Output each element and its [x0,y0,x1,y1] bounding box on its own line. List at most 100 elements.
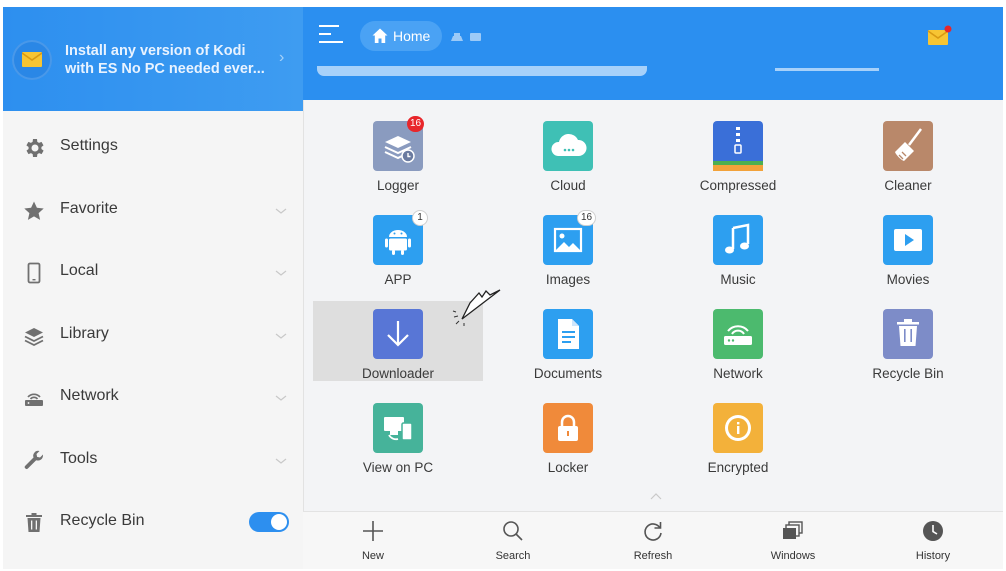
tile-images[interactable]: 16 Images [483,207,653,287]
promo-banner[interactable]: Install any version of Kodi with ES No P… [3,7,303,111]
broom-icon [883,121,933,171]
sidebar-nav: Settings Favorite Local Library Network … [3,116,303,554]
layers-icon [24,327,44,346]
sidebar: Install any version of Kodi with ES No P… [3,7,304,569]
sidebar-item-network[interactable]: Network [3,366,303,429]
sidebar-item-label: Recycle Bin [60,512,145,529]
chevron-right-icon: › [279,49,285,66]
download-arrow-icon [373,309,423,359]
new-button-label: New [361,550,384,562]
images-badge: 16 [577,210,597,226]
gear-icon [26,139,44,157]
document-icon [543,309,593,359]
tile-label: APP [384,272,412,287]
header-band [303,66,1003,100]
encrypted-icon [713,403,763,453]
chevron-down-icon[interactable] [274,204,288,218]
search-button-label: Search [495,550,531,562]
tile-label: Recycle Bin [872,366,944,381]
tile-view-on-pc[interactable]: View on PC [313,395,483,475]
sidebar-item-label: Favorite [60,199,118,217]
refresh-icon [644,522,662,541]
sidebar-item-local[interactable]: Local [3,241,303,304]
promo-mail-badge [12,40,52,80]
tile-label: Logger [376,178,420,193]
tile-label: Downloader [361,366,435,381]
pc-sync-icon [373,403,423,453]
mail-icon [22,52,42,67]
sidebar-item-recycle-bin[interactable]: Recycle Bin [3,491,303,554]
refresh-button[interactable]: Refresh [583,512,723,569]
windows-stack-icon [783,521,803,539]
sidebar-item-settings[interactable]: Settings [3,116,303,179]
tile-movies[interactable]: Movies [823,207,993,287]
tile-label: View on PC [362,460,434,475]
tile-music[interactable]: Music [653,207,823,287]
storage-bar-secondary [775,68,879,71]
tile-label: Locker [547,460,589,475]
tile-label: Encrypted [707,460,769,475]
zip-icon [713,121,763,171]
logger-badge: 16 [407,116,425,132]
promo-text: Install any version of Kodi with ES No P… [65,43,265,77]
breadcrumb-storage-icons[interactable] [450,31,484,43]
search-button[interactable]: Search [443,512,583,569]
collapse-caret-icon[interactable] [649,491,663,501]
tile-locker[interactable]: Locker [483,395,653,475]
router-icon [25,393,43,406]
tile-cleaner[interactable]: Cleaner [823,113,993,193]
chevron-down-icon[interactable] [274,391,288,405]
tile-label: Compressed [699,178,777,193]
tile-recycle-bin[interactable]: Recycle Bin [823,301,993,381]
mouse-pointer-icon [452,289,501,326]
music-note-icon [713,215,763,265]
recycle-bin-toggle[interactable] [249,512,289,532]
breadcrumb-home[interactable]: Home [360,21,442,51]
plus-icon [363,521,383,541]
sidebar-item-label: Local [60,262,99,279]
bottom-toolbar: New Search Refresh Windows History [303,511,1003,569]
app-badge: 1 [412,210,428,226]
wrench-icon [24,450,44,469]
tile-label: Music [720,272,756,287]
tile-compressed[interactable]: Compressed [653,113,823,193]
sidebar-item-library[interactable]: Library [3,304,303,367]
top-bar: Home [303,7,1003,66]
chevron-down-icon[interactable] [274,454,288,468]
tile-documents[interactable]: Documents [483,301,653,381]
new-button[interactable]: New [303,512,443,569]
tile-label: Movies [886,272,930,287]
tile-label: Cloud [550,178,586,193]
breadcrumb-home-label: Home [393,28,431,44]
sidebar-item-label: Library [60,324,109,342]
sidebar-item-tools[interactable]: Tools [3,429,303,492]
home-icon [372,28,388,43]
chevron-down-icon[interactable] [274,329,288,343]
storage-bar [317,66,647,76]
tile-label: Network [713,366,763,381]
windows-button-label: Windows [770,550,816,562]
app-window: Install any version of Kodi with ES No P… [3,7,1003,569]
sidebar-item-favorite[interactable]: Favorite [3,179,303,242]
tile-encrypted[interactable]: Encrypted [653,395,823,475]
tile-cloud[interactable]: Cloud [483,113,653,193]
search-icon [503,521,523,541]
history-button[interactable]: History [863,512,1003,569]
mail-icon [927,25,952,45]
clock-icon [923,521,943,541]
mail-notification-button[interactable] [927,24,953,48]
sidebar-item-label: Network [60,387,119,404]
hamburger-menu-icon[interactable] [319,25,343,45]
star-icon [24,201,44,220]
history-button-label: History [915,550,951,562]
router-icon [713,309,763,359]
cloud-icon [543,121,593,171]
windows-button[interactable]: Windows [723,512,863,569]
play-video-icon [883,215,933,265]
trash-icon [26,513,42,532]
tile-logger[interactable]: 16 Logger [313,113,483,193]
lock-icon [543,403,593,453]
tile-network[interactable]: Network [653,301,823,381]
tile-app[interactable]: 1 APP [313,207,483,287]
chevron-down-icon[interactable] [274,266,288,280]
